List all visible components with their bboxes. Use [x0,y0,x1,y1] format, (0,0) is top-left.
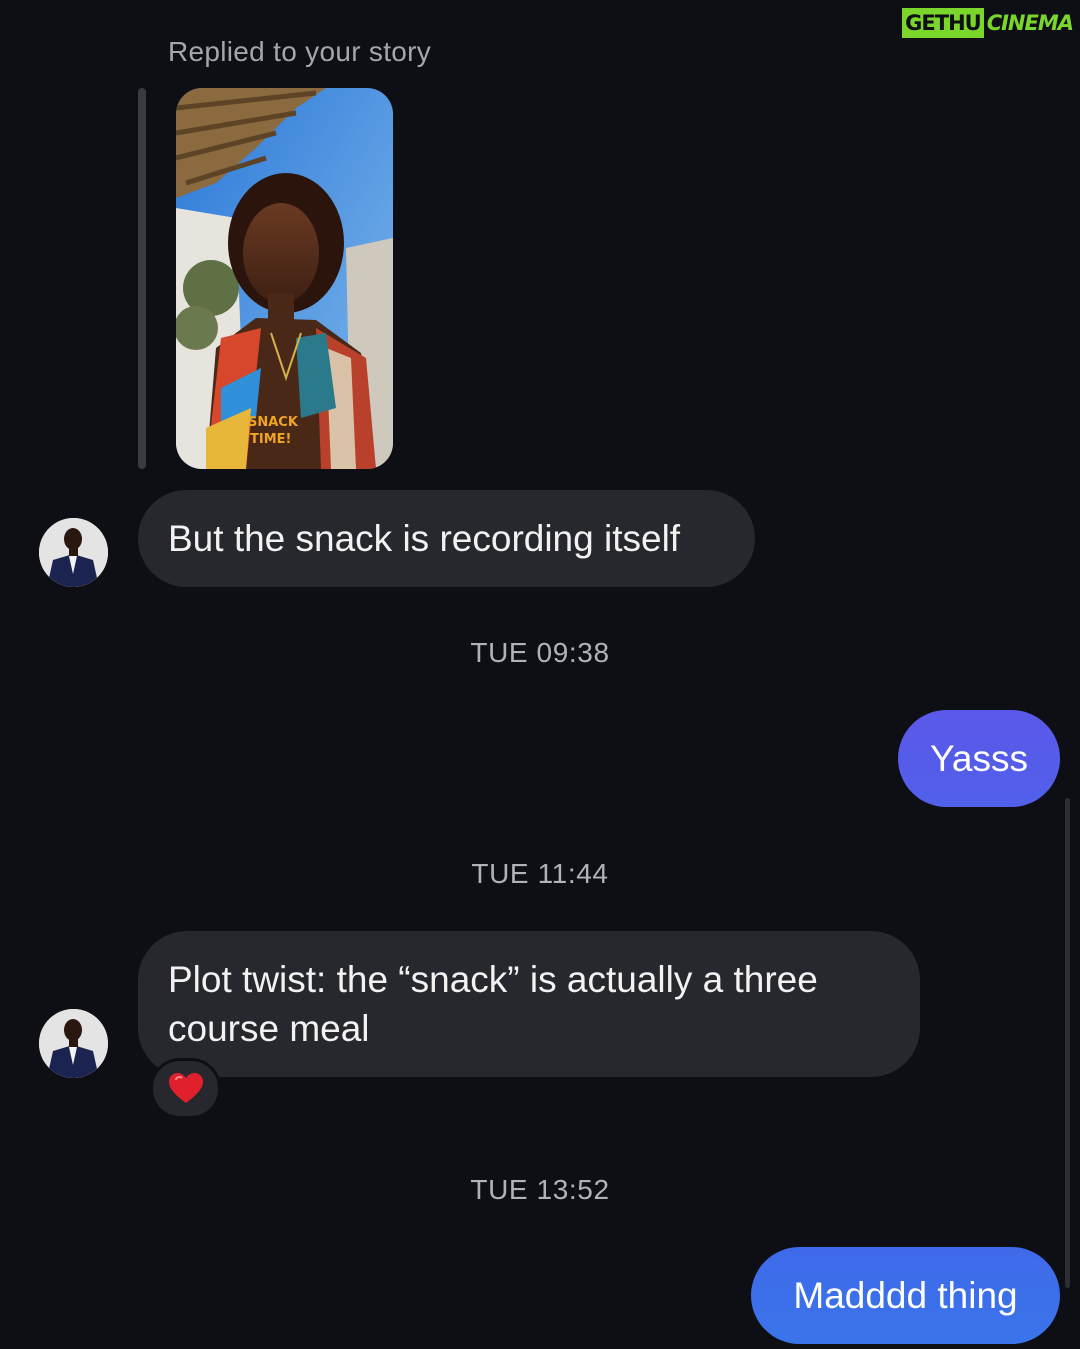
timestamp: TUE 09:38 [470,637,610,668]
message-incoming[interactable]: Plot twist: the “snack” is actually a th… [138,931,920,1077]
story-thumbnail[interactable]: SNACK TIME! [176,88,393,469]
sender-avatar[interactable] [39,1009,108,1078]
timestamp: TUE 13:52 [470,1174,610,1205]
scrollbar[interactable] [1065,798,1070,1288]
timestamp: TUE 11:44 [471,858,609,889]
message-outgoing[interactable]: Madddd thing [751,1247,1060,1344]
story-sticker-line-1: SNACK [248,415,299,430]
watermark-logo: GETHU CINEMA [902,8,1076,38]
message-outgoing[interactable]: Yasss [898,710,1060,807]
story-reply-label: Replied to your story [168,36,432,67]
message-reaction[interactable] [150,1058,221,1119]
message-incoming[interactable]: But the snack is recording itself [138,490,755,587]
watermark-part-a: GETHU [902,8,984,38]
sender-avatar[interactable] [39,518,108,587]
story-sticker-line-2: TIME! [250,432,291,447]
reply-quote-bar [138,88,146,469]
heart-icon [168,1073,203,1103]
watermark-part-b: CINEMA [983,8,1076,38]
